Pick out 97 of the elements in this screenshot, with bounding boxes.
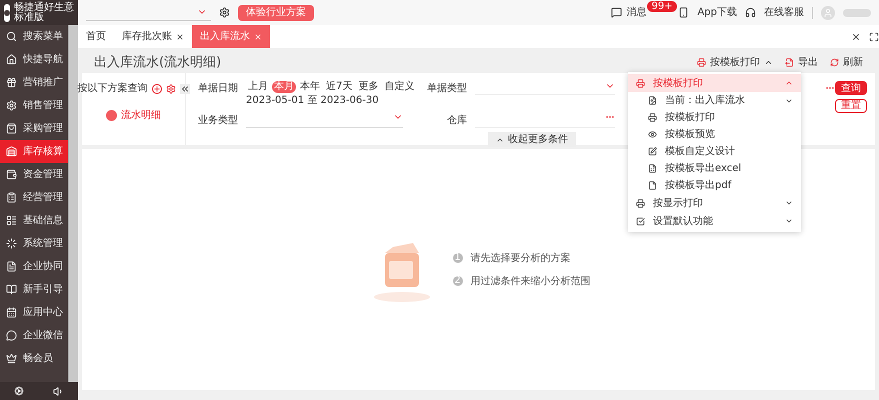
search-icon <box>6 31 17 42</box>
spreadsheet-icon <box>648 164 657 173</box>
menu-item[interactable]: 按模板导出pdf <box>628 177 801 194</box>
crown-icon <box>6 353 17 364</box>
field-label: 业务类型 <box>198 114 238 128</box>
printer-icon <box>648 113 657 122</box>
sidebar-item[interactable]: 经营管理 <box>0 186 68 209</box>
sidebar-item[interactable]: 采购管理 <box>0 117 68 140</box>
step-text: 请先选择要分析的方案 <box>470 252 570 266</box>
messages-link[interactable]: 消息 <box>626 5 646 20</box>
badge: 99+ <box>647 1 677 12</box>
menu-section[interactable]: 按显示打印 <box>628 194 801 212</box>
app-download-link[interactable]: App下载 <box>697 5 737 20</box>
refresh-icon <box>830 58 839 67</box>
field-label: 单据日期 <box>198 82 238 96</box>
menu-item[interactable]: 模板自定义设计 <box>628 143 801 160</box>
sidebar-item[interactable]: 应用中心 <box>0 301 68 324</box>
scheme-item[interactable]: 流水明细 <box>106 108 161 123</box>
date-option[interactable]: 本年 <box>298 81 322 93</box>
sidebar-item[interactable]: 畅会员 <box>0 347 68 370</box>
speaker-icon[interactable] <box>52 386 64 396</box>
step-number: 1 <box>452 253 462 263</box>
sidebar-item[interactable]: 基础信息 <box>0 209 68 232</box>
printer-icon <box>636 198 645 208</box>
menu-item[interactable]: 按模板导出excel <box>628 160 801 177</box>
printer-icon <box>636 78 645 88</box>
sidebar-item[interactable]: 营销推广 <box>0 71 68 94</box>
collapse-icon[interactable] <box>180 84 190 94</box>
sidebar-item[interactable]: 企业协同 <box>0 255 68 278</box>
toolbar-button[interactable]: 按模板打印 <box>697 55 773 70</box>
scheme-icon <box>106 110 117 121</box>
date-option[interactable]: 上月 <box>246 81 270 93</box>
sidebar-item[interactable]: 销售管理 <box>0 94 68 117</box>
book-icon <box>6 284 17 295</box>
chevron-down-icon <box>785 217 793 225</box>
chevron-down-icon <box>785 199 793 207</box>
phone-icon[interactable] <box>678 7 690 18</box>
eye-icon <box>648 130 657 139</box>
sidebar-item[interactable]: 库存核算 <box>0 140 68 163</box>
printer-icon <box>697 58 706 67</box>
menu-section[interactable]: 按模板打印 <box>628 74 801 92</box>
app-name: 畅捷通好生意 <box>14 2 74 12</box>
sidebar-item[interactable]: 企业微信 <box>0 324 68 347</box>
menu-item[interactable]: 按模板预览 <box>628 126 801 143</box>
calendar-icon <box>6 307 17 318</box>
page-title: 出入库流水(流水明细) <box>94 54 222 72</box>
tab[interactable]: 首页 <box>78 25 114 48</box>
step-text: 用过滤条件来缩小分析范围 <box>470 274 590 288</box>
chat-icon <box>6 330 17 341</box>
file-icon <box>648 181 657 190</box>
bag-icon <box>6 123 17 134</box>
wallet-icon <box>6 169 17 180</box>
menu-item[interactable]: 按模板打印 <box>628 109 801 126</box>
add-icon[interactable] <box>152 84 162 94</box>
close-icon[interactable] <box>176 32 184 40</box>
headset-icon[interactable] <box>745 7 756 18</box>
fullscreen-icon[interactable] <box>869 32 879 42</box>
clipboard-icon <box>6 192 17 203</box>
chevron-up-icon <box>764 58 773 67</box>
edition-label: 标准版 <box>14 12 45 22</box>
close-icon[interactable] <box>851 32 861 42</box>
scheme-title: 按以下方案查询 <box>78 82 148 96</box>
gear-icon <box>6 100 17 111</box>
support-link[interactable]: 在线客服 <box>764 5 804 20</box>
loader-icon <box>6 238 17 249</box>
toolbar-button[interactable]: 导出 <box>785 55 818 70</box>
sidebar-item[interactable]: 搜索菜单 <box>0 25 68 48</box>
query-button[interactable]: 查询 <box>835 81 867 95</box>
date-option[interactable]: 更多 <box>356 81 380 93</box>
list-icon <box>6 215 17 226</box>
menu-section[interactable]: 设置默认功能 <box>628 212 801 230</box>
export-icon <box>785 58 794 67</box>
menu-item[interactable]: 当前：出入库流水 <box>628 92 801 109</box>
sidebar-item[interactable]: 资金管理 <box>0 163 68 186</box>
tab[interactable]: 库存批次账 <box>114 25 192 48</box>
message-icon[interactable] <box>611 7 622 18</box>
settings-icon[interactable] <box>219 7 230 18</box>
chevron-up-icon <box>785 79 793 87</box>
document-icon <box>6 261 17 272</box>
date-option[interactable]: 自定义 <box>382 81 416 93</box>
sidebar-item[interactable]: 系统管理 <box>0 232 68 255</box>
warehouse-icon <box>6 146 17 157</box>
image-file-icon <box>648 96 657 105</box>
field-label: 仓库 <box>446 114 467 128</box>
sidebar-item[interactable]: 快捷导航 <box>0 48 68 71</box>
field-label: 单据类型 <box>426 82 467 96</box>
checkbox-icon <box>636 216 645 226</box>
toolbar-button[interactable]: 刷新 <box>830 55 863 70</box>
edit-icon <box>648 147 657 156</box>
collapse-button[interactable]: 收起更多条件 <box>488 132 576 147</box>
date-option[interactable]: 近7天 <box>324 81 354 93</box>
date-range: 2023-05-01 至 2023-06-30 <box>246 94 380 108</box>
sidebar-item[interactable]: 新手引导 <box>0 278 68 301</box>
logo-icon <box>4 4 10 22</box>
reset-button[interactable]: 重置 <box>835 99 867 113</box>
home-icon <box>6 54 17 65</box>
gift-icon <box>6 77 17 88</box>
